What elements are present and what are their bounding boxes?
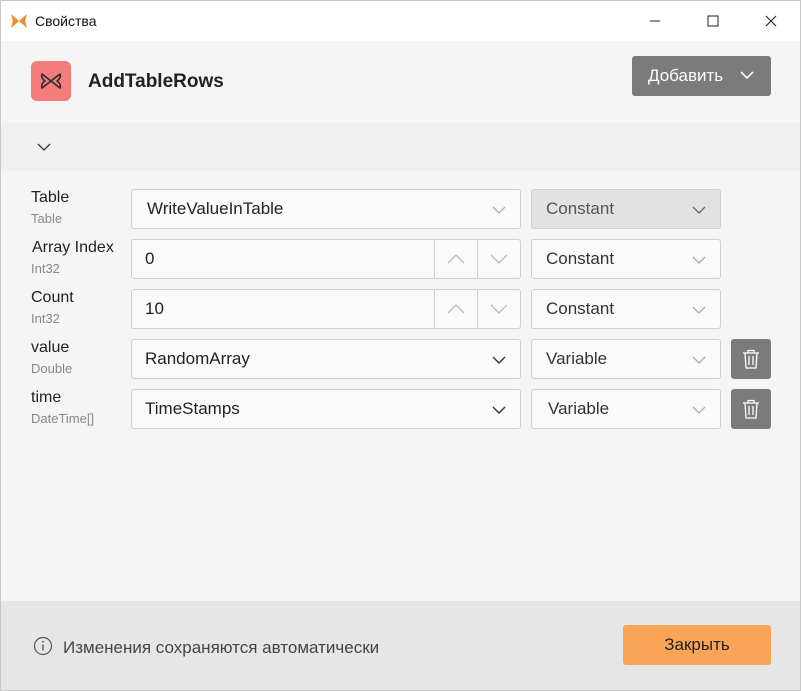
count-input[interactable]: 10	[131, 289, 521, 329]
chevron-down-icon	[692, 356, 706, 364]
property-type: Double	[31, 361, 73, 376]
value-variable-dropdown[interactable]: RandomArray	[131, 339, 521, 379]
property-row-value: value Double RandomArray Variable	[1, 339, 800, 389]
node-header: AddTableRows Добавить	[1, 41, 800, 123]
field-value: RandomArray	[145, 349, 250, 368]
add-button[interactable]: Добавить	[632, 56, 771, 96]
property-name: Count	[31, 289, 74, 306]
mode-value: Variable	[548, 399, 610, 418]
increment-button[interactable]	[434, 239, 477, 279]
property-row-array-index: Array Index Int32 0 Constant	[1, 239, 800, 289]
array-index-mode-dropdown[interactable]: Constant	[531, 239, 721, 279]
mode-value: Constant	[546, 199, 615, 218]
butterfly-icon	[31, 61, 71, 101]
close-button[interactable]: Закрыть	[623, 625, 771, 665]
butterfly-icon	[10, 13, 28, 29]
field-value: TimeStamps	[145, 399, 240, 418]
maximize-button[interactable]	[684, 1, 742, 41]
section-collapse-bar[interactable]	[1, 123, 800, 171]
chevron-down-icon[interactable]	[36, 141, 52, 153]
chevron-down-icon	[692, 306, 706, 314]
property-row-count: Count Int32 10 Constant	[1, 289, 800, 339]
mode-value: Constant	[546, 299, 615, 318]
title-bar: Свойства	[1, 1, 800, 41]
time-variable-dropdown[interactable]: TimeStamps	[131, 389, 521, 429]
trash-icon	[743, 349, 759, 369]
node-title: AddTableRows	[88, 71, 224, 92]
property-type: DateTime[]	[31, 411, 95, 426]
time-mode-dropdown[interactable]: Variable	[531, 389, 721, 429]
count-mode-dropdown[interactable]: Constant	[531, 289, 721, 329]
mode-value: Variable	[546, 349, 608, 368]
property-type: Int32	[31, 261, 60, 276]
close-button-label: Закрыть	[664, 635, 730, 654]
field-value: WriteValueInTable	[147, 199, 284, 218]
property-row-time: time DateTime[] TimeStamps Variable	[1, 389, 800, 439]
table-mode-dropdown: Constant	[531, 189, 721, 229]
property-type: Int32	[31, 311, 60, 326]
property-type: Table	[31, 211, 63, 226]
property-name: value	[31, 339, 70, 356]
property-row-table: Table Table WriteValueInTable Constant	[1, 189, 800, 239]
delete-time-button[interactable]	[731, 389, 771, 429]
properties-window: Свойства AddTableRows Добавить Table Tab…	[0, 0, 801, 691]
mode-value: Constant	[546, 249, 615, 268]
properties-list: Table Table WriteValueInTable Constant A…	[1, 171, 800, 601]
delete-value-button[interactable]	[731, 339, 771, 379]
decrement-button[interactable]	[477, 239, 520, 279]
chevron-down-icon	[740, 71, 754, 80]
close-window-button[interactable]	[742, 1, 800, 41]
autosave-info-text: Изменения сохраняются автоматически	[63, 638, 380, 657]
chevron-down-icon	[692, 256, 706, 264]
field-value: 10	[145, 299, 164, 318]
chevron-down-icon	[492, 406, 506, 414]
property-name: Table	[31, 189, 70, 206]
minimize-button[interactable]	[626, 1, 684, 41]
decrement-button[interactable]	[477, 289, 520, 329]
minimize-icon	[650, 20, 660, 22]
chevron-down-icon	[692, 406, 706, 414]
maximize-icon	[707, 15, 719, 27]
info-icon	[33, 636, 53, 656]
chevron-down-icon	[492, 206, 506, 214]
field-value: 0	[145, 249, 155, 268]
property-name: time	[31, 389, 62, 406]
chevron-up-icon	[447, 254, 465, 264]
chevron-down-icon	[492, 356, 506, 364]
trash-icon	[743, 399, 759, 419]
close-icon	[765, 15, 777, 27]
chevron-down-icon	[490, 254, 508, 264]
array-index-input[interactable]: 0	[131, 239, 521, 279]
table-value-dropdown[interactable]: WriteValueInTable	[131, 189, 521, 229]
window-title: Свойства	[35, 13, 97, 29]
chevron-down-icon	[692, 206, 706, 214]
chevron-down-icon	[490, 304, 508, 314]
value-mode-dropdown[interactable]: Variable	[531, 339, 721, 379]
chevron-up-icon	[447, 304, 465, 314]
add-button-label: Добавить	[648, 66, 724, 85]
increment-button[interactable]	[434, 289, 477, 329]
property-name: Array Index	[32, 239, 114, 256]
footer: Изменения сохраняются автоматически Закр…	[1, 601, 800, 690]
